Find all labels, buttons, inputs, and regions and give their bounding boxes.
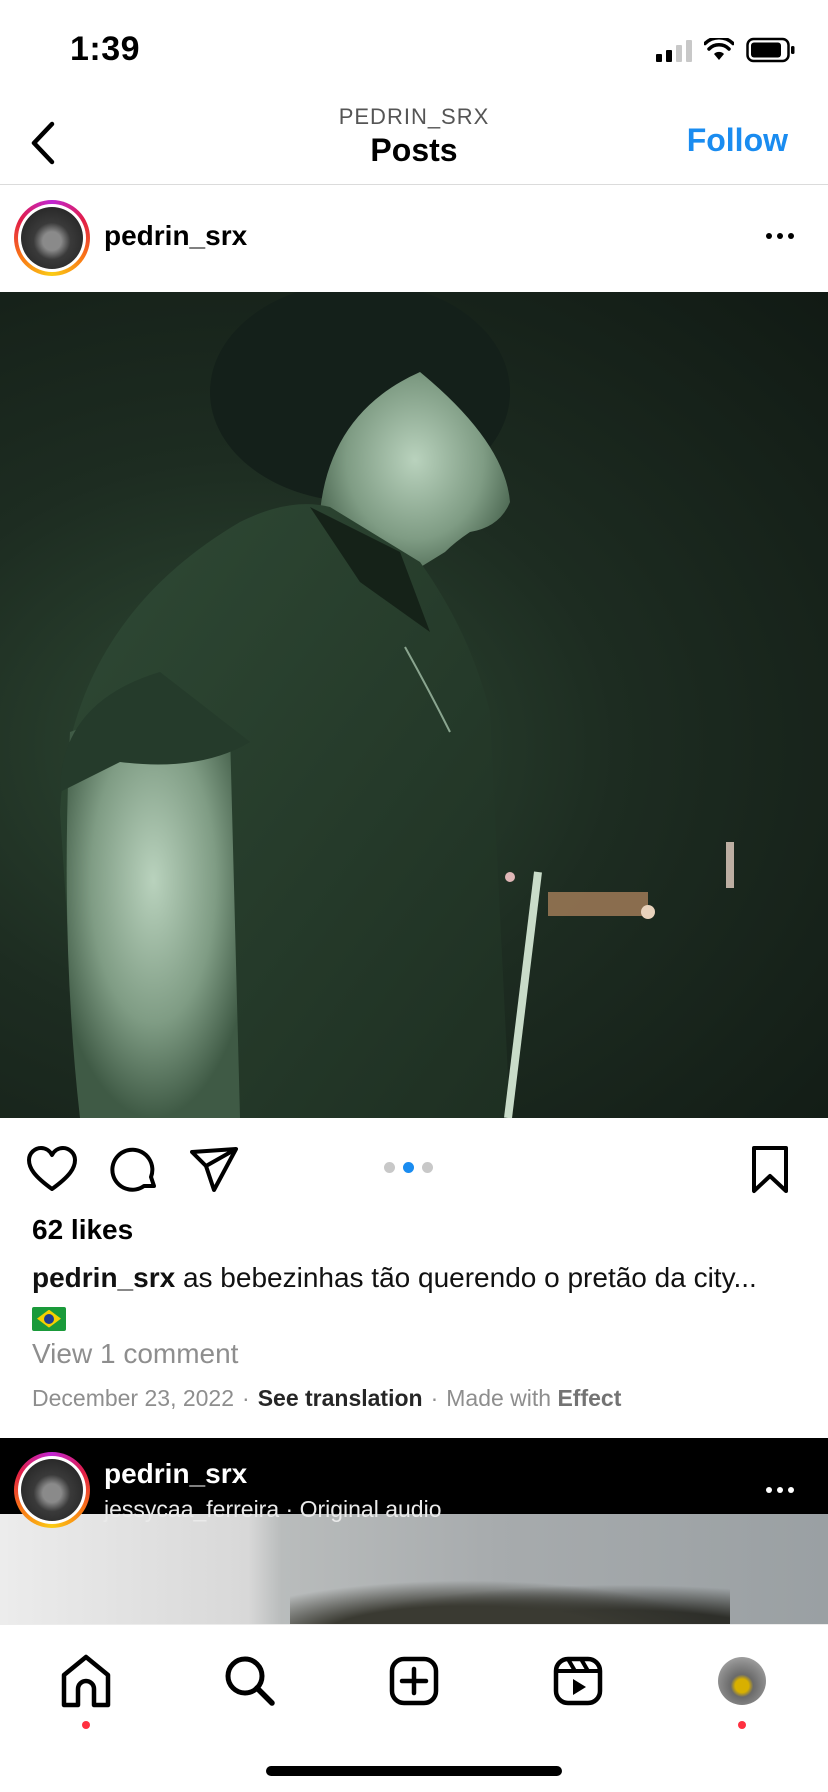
post-actions xyxy=(0,1118,828,1218)
create-icon xyxy=(389,1656,439,1706)
share-button[interactable] xyxy=(188,1144,240,1196)
home-notification-dot xyxy=(82,1721,90,1729)
carousel-dot-active xyxy=(403,1162,414,1173)
next-post-audio[interactable]: jessycaa_ferreira · Original audio xyxy=(104,1496,442,1523)
comment-icon xyxy=(110,1147,156,1192)
wifi-icon xyxy=(704,38,734,60)
heart-icon xyxy=(27,1146,77,1191)
nav-reels[interactable] xyxy=(548,1651,608,1711)
effect-link[interactable]: Effect xyxy=(557,1385,621,1411)
posts-header: PEDRIN_SRX Posts Follow xyxy=(0,100,828,185)
carousel-indicator xyxy=(384,1162,433,1173)
post-image[interactable] xyxy=(0,292,828,1118)
post-caption: pedrin_srx as bebezinhas tão querendo o … xyxy=(32,1260,802,1332)
nav-home[interactable] xyxy=(56,1651,116,1729)
save-button[interactable] xyxy=(744,1144,796,1196)
status-icons xyxy=(656,36,796,64)
nav-profile[interactable] xyxy=(712,1651,772,1729)
post-header: pedrin_srx xyxy=(0,186,828,291)
battery-icon xyxy=(746,37,795,63)
view-comments-link[interactable]: View 1 comment xyxy=(32,1338,238,1370)
follow-button[interactable]: Follow xyxy=(687,122,788,159)
reels-icon xyxy=(553,1656,603,1706)
comment-button[interactable] xyxy=(108,1144,160,1196)
profile-avatar xyxy=(718,1657,766,1705)
made-with-label: Made with xyxy=(446,1385,552,1411)
like-button[interactable] xyxy=(26,1144,78,1196)
likes-count[interactable]: 62 likes xyxy=(32,1214,133,1246)
next-post-more-button[interactable] xyxy=(760,1480,800,1500)
nav-create[interactable] xyxy=(384,1651,444,1711)
search-icon xyxy=(225,1656,275,1706)
avatar[interactable] xyxy=(14,200,90,276)
next-post-avatar[interactable] xyxy=(14,1452,90,1528)
status-time: 1:39 xyxy=(70,30,141,68)
brazil-flag-icon xyxy=(32,1306,66,1331)
home-indicator xyxy=(266,1766,562,1776)
profile-notification-dot xyxy=(738,1721,746,1729)
next-post[interactable]: pedrin_srx jessycaa_ferreira · Original … xyxy=(0,1438,828,1624)
next-post-username[interactable]: pedrin_srx xyxy=(104,1458,247,1490)
cellular-signal-icon xyxy=(656,38,692,62)
post-photo-scene xyxy=(60,292,734,1118)
see-translation-link[interactable]: See translation xyxy=(258,1385,423,1411)
home-icon xyxy=(61,1654,111,1708)
post-username[interactable]: pedrin_srx xyxy=(104,220,247,252)
post-meta: December 23, 2022 · See translation · Made w… xyxy=(32,1385,622,1411)
post-date: December 23, 2022 xyxy=(32,1385,235,1411)
nav-search[interactable] xyxy=(220,1651,280,1711)
share-icon xyxy=(190,1147,238,1192)
carousel-dot xyxy=(384,1162,395,1173)
status-bar: 1:39 xyxy=(0,0,828,100)
carousel-dot xyxy=(422,1162,433,1173)
caption-text: as bebezinhas tão querendo o pretão da c… xyxy=(182,1262,757,1293)
more-options-button[interactable] xyxy=(760,226,800,246)
bookmark-icon xyxy=(752,1146,788,1193)
caption-username[interactable]: pedrin_srx xyxy=(32,1262,175,1293)
